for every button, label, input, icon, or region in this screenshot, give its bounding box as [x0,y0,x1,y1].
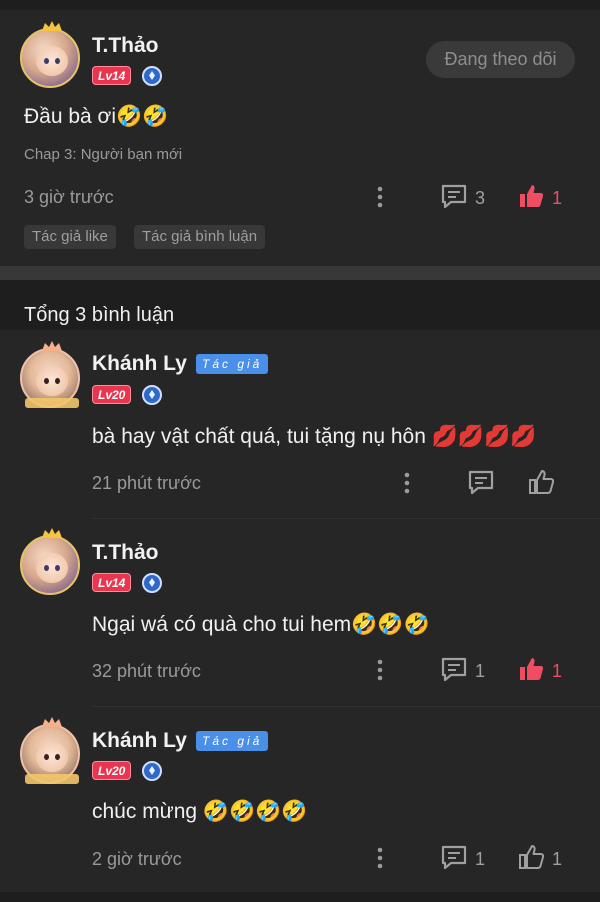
comment-level-badge: Lv20 [92,385,132,404]
like-count: 1 [552,849,563,869]
avatar-face [36,46,68,76]
comments-header: Tổng 3 bình luận [24,304,175,326]
like-count: 1 [552,661,563,681]
post-username[interactable]: T.Thảo [92,34,159,58]
avatar-face [36,366,68,396]
author-badge: Tác giả [196,731,269,751]
post-time: 3 giờ trước [24,187,114,207]
chip-author-like: Tác giả like [24,225,116,249]
comment-content: bà hay vật chất quá, tui tặng nụ hôn 💋💋💋… [92,425,537,448]
chip-author-comment: Tác giả bình luận [134,225,266,249]
avatar-frame-tag [25,398,79,408]
comment-icon[interactable] [440,844,468,870]
avatar-face [36,742,68,772]
writer-crown-icon [42,21,62,31]
avatar-eye [55,565,60,571]
avatar-frame-tag [25,774,79,784]
more-vertical-icon[interactable] [374,185,386,209]
comment-avatar[interactable] [20,717,80,784]
comment-content: chúc mừng 🤣🤣🤣🤣 [92,800,308,823]
comment-count: 3 [475,188,486,208]
following-button[interactable]: Đang theo dõi [426,41,575,78]
diamond-badge-icon [142,573,162,593]
like-count: 1 [552,188,563,208]
comment-username[interactable]: T.Thảo [92,541,159,565]
writer-crown-icon [42,528,62,538]
thumbs-up-icon[interactable] [518,183,544,209]
comment-time: 2 giờ trước [92,849,182,869]
comment-level-badge: Lv20 [92,761,132,780]
crown-icon [42,341,62,351]
avatar-face [36,553,68,583]
comment-username[interactable]: Khánh Ly [92,352,187,376]
comment-icon[interactable] [440,183,468,209]
comment-icon[interactable] [467,469,495,495]
avatar-eye [44,754,49,760]
post-content: Đầu bà ơi🤣🤣 [24,105,169,128]
avatar-eye [55,378,60,384]
comment-count: 1 [475,661,486,681]
comment-avatar[interactable] [20,341,80,408]
comment-time: 32 phút trước [92,661,201,681]
more-vertical-icon[interactable] [401,471,413,495]
thumbs-up-icon[interactable] [518,844,544,870]
diamond-badge-icon [142,66,162,86]
avatar-eye [44,58,49,64]
thumbs-up-icon[interactable] [528,469,554,495]
thumbs-up-icon[interactable] [518,656,544,682]
comment-level-badge: Lv14 [92,573,132,592]
section-divider [0,266,600,280]
avatar-eye [55,754,60,760]
diamond-badge-icon [142,385,162,405]
comment-time: 21 phút trước [92,473,201,493]
crown-icon [42,717,62,727]
avatar-eye [44,565,49,571]
comment-separator [92,706,600,707]
more-vertical-icon[interactable] [374,658,386,682]
avatar-eye [44,378,49,384]
more-vertical-icon[interactable] [374,846,386,870]
comment-separator [92,518,600,519]
post-level-badge: Lv14 [92,66,132,85]
comment-avatar[interactable] [20,528,80,595]
comment-username[interactable]: Khánh Ly [92,729,187,753]
post-avatar[interactable] [20,21,80,88]
avatar-eye [55,58,60,64]
comment-content: Ngại wá có quà cho tui hem🤣🤣🤣 [92,613,430,636]
diamond-badge-icon [142,761,162,781]
comment-count: 1 [475,849,486,869]
post-chapter[interactable]: Chap 3: Người bạn mới [24,146,182,163]
author-badge: Tác giả [196,354,269,374]
comment-icon[interactable] [440,656,468,682]
